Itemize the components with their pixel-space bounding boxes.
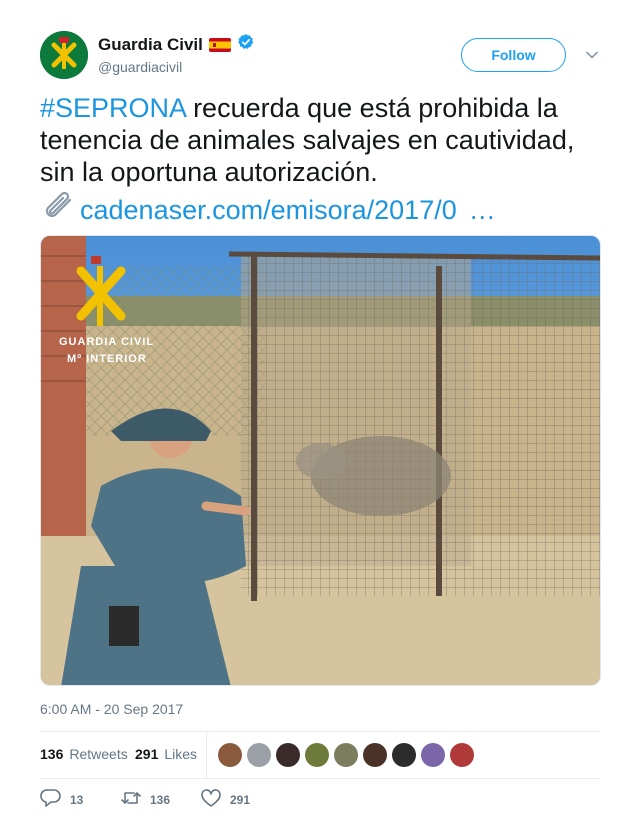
watermark-line1: GUARDIA CIVIL — [59, 336, 155, 348]
reply-action[interactable]: 13 — [40, 788, 83, 811]
liker-avatar[interactable] — [363, 743, 387, 767]
liker-avatar[interactable] — [276, 743, 300, 767]
tweet-link[interactable]: cadenaser.com/emisora/2017/0 … — [40, 191, 496, 228]
spain-flag-icon — [208, 37, 231, 52]
liker-avatar[interactable] — [334, 743, 358, 767]
tweet-actions: 13 136 291 — [40, 788, 600, 812]
liker-avatar[interactable] — [450, 743, 474, 767]
tweet-photo[interactable]: GUARDIA CIVIL Mº INTERIOR — [40, 235, 601, 686]
liker-avatar[interactable] — [392, 743, 416, 767]
heart-icon — [200, 788, 222, 811]
likes-count: 291 — [135, 746, 159, 762]
liker-avatar[interactable] — [305, 743, 329, 767]
retweet-action[interactable]: 136 — [120, 788, 170, 811]
reply-icon — [40, 788, 62, 811]
paperclip-icon — [40, 191, 76, 228]
liker-avatar[interactable] — [421, 743, 445, 767]
hashtag-link[interactable]: #SEPRONA — [40, 93, 186, 123]
stats-divider — [206, 732, 207, 779]
retweets-label: Retweets — [69, 746, 128, 762]
likes-stat[interactable]: 291 Likes — [135, 746, 197, 762]
tweet-timestamp[interactable]: 6:00 AM - 20 Sep 2017 — [40, 701, 183, 717]
likes-label: Likes — [164, 746, 198, 762]
tweet-text: #SEPRONA recuerda que está prohibida la … — [40, 92, 610, 188]
liker-avatars — [218, 743, 474, 767]
display-name[interactable]: Guardia Civil — [98, 35, 203, 55]
watermark-line2: Mº INTERIOR — [67, 353, 147, 365]
liker-avatar[interactable] — [247, 743, 271, 767]
avatar[interactable] — [40, 31, 88, 79]
retweets-count: 136 — [40, 746, 64, 762]
retweets-stat[interactable]: 136 Retweets — [40, 746, 128, 762]
link-url[interactable]: cadenaser.com/emisora/2017/0 — [80, 194, 457, 226]
follow-button[interactable]: Follow — [461, 38, 566, 72]
retweet-icon — [120, 788, 142, 811]
verified-badge-icon — [237, 33, 255, 56]
liker-avatar[interactable] — [218, 743, 242, 767]
retweet-count: 136 — [150, 792, 171, 807]
tweet-stats: 136 Retweets 291 Likes — [40, 731, 600, 779]
chevron-down-icon[interactable] — [585, 48, 599, 67]
like-count: 291 — [230, 792, 251, 807]
account-handle[interactable]: @guardiacivil — [98, 59, 182, 75]
like-action[interactable]: 291 — [200, 788, 250, 811]
link-ellipsis: … — [468, 194, 496, 225]
reply-count: 13 — [70, 792, 84, 807]
